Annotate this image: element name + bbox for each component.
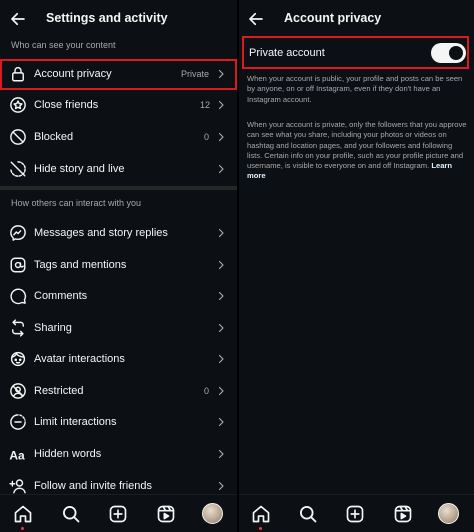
page-title: Settings and activity [46, 11, 168, 25]
settings-item-label: Messages and story replies [34, 227, 168, 239]
settings-item-blocked[interactable]: Blocked 0 [0, 122, 237, 153]
account-privacy-panel: Account privacy Private account When you… [239, 0, 474, 532]
home-icon[interactable] [251, 504, 271, 524]
search-icon[interactable] [61, 504, 81, 524]
reels-icon[interactable] [393, 504, 413, 524]
chevron-right-icon [215, 163, 227, 175]
settings-item-value: Private [181, 69, 210, 79]
add-person-icon [9, 477, 27, 495]
settings-item-limit-interactions[interactable]: Limit interactions [0, 407, 237, 438]
back-arrow-icon[interactable] [247, 10, 265, 28]
settings-top-bar: Settings and activity [0, 0, 237, 38]
chevron-right-icon [215, 353, 227, 365]
profile-avatar[interactable] [438, 503, 459, 524]
chevron-right-icon [215, 385, 227, 397]
reels-icon[interactable] [156, 504, 176, 524]
settings-item-value: 0 [204, 132, 210, 142]
settings-item-sharing[interactable]: Sharing [0, 313, 237, 344]
search-icon[interactable] [298, 504, 318, 524]
settings-item-account-privacy[interactable]: Account privacy Private [0, 59, 237, 90]
notification-dot [259, 527, 262, 530]
limit-interactions-icon [9, 413, 27, 431]
settings-item-label: Hide story and live [34, 163, 125, 175]
settings-item-comments[interactable]: Comments [0, 281, 237, 312]
settings-item-label: Blocked [34, 131, 74, 143]
settings-item-label: Avatar interactions [34, 353, 125, 365]
restricted-icon [9, 382, 27, 400]
create-icon[interactable] [345, 504, 365, 524]
at-sign-icon [9, 256, 27, 274]
chevron-right-icon [215, 259, 227, 271]
bottom-navigation [239, 494, 474, 532]
profile-avatar[interactable] [202, 503, 223, 524]
chevron-right-icon [215, 416, 227, 428]
back-arrow-icon[interactable] [9, 10, 27, 28]
hidden-words-icon: Aa [9, 445, 27, 463]
repost-icon [9, 319, 27, 337]
chevron-right-icon [215, 448, 227, 460]
toggle-knob [449, 46, 463, 60]
settings-item-label: Follow and invite friends [34, 480, 153, 492]
settings-item-close-friends[interactable]: Close friends 12 [0, 90, 237, 121]
notification-dot [21, 527, 24, 530]
section-divider [0, 186, 237, 190]
private-account-label: Private account [249, 47, 325, 59]
chevron-right-icon [215, 227, 227, 239]
avatar-icon [9, 350, 27, 368]
section-header-interactions: How others can interact with you [11, 198, 142, 208]
settings-item-label: Limit interactions [34, 416, 117, 428]
svg-text:Aa: Aa [9, 448, 25, 462]
settings-item-messages[interactable]: Messages and story replies [0, 218, 237, 249]
settings-item-label: Tags and mentions [34, 259, 127, 271]
settings-item-label: Close friends [34, 99, 99, 111]
chevron-right-icon [215, 480, 227, 492]
settings-item-label: Hidden words [34, 448, 102, 460]
settings-item-hidden-words[interactable]: Aa Hidden words [0, 439, 237, 470]
settings-item-restricted[interactable]: Restricted 0 [0, 376, 237, 407]
settings-item-avatar-interactions[interactable]: Avatar interactions [0, 344, 237, 375]
chevron-right-icon [215, 131, 227, 143]
settings-item-value: 0 [204, 386, 210, 396]
settings-item-hide-story[interactable]: Hide story and live [0, 154, 237, 185]
privacy-top-bar: Account privacy [239, 0, 474, 38]
private-account-row[interactable]: Private account [242, 36, 469, 69]
public-account-description: When your account is public, your profil… [247, 74, 463, 104]
chevron-right-icon [215, 99, 227, 111]
settings-item-label: Comments [34, 290, 88, 302]
settings-panel: Settings and activity Who can see your c… [0, 0, 237, 532]
bottom-navigation [0, 494, 237, 532]
section-header-visibility: Who can see your content [11, 40, 116, 50]
chevron-right-icon [215, 68, 227, 80]
hide-story-icon [9, 160, 27, 178]
messenger-icon [9, 224, 27, 242]
home-icon[interactable] [13, 504, 33, 524]
private-account-description: When your account is private, only the f… [247, 120, 469, 182]
chevron-right-icon [215, 322, 227, 334]
star-circle-icon [9, 96, 27, 114]
blocked-icon [9, 128, 27, 146]
settings-item-value: 12 [200, 100, 211, 110]
settings-item-label: Restricted [34, 385, 84, 397]
settings-item-label: Sharing [34, 322, 72, 334]
chevron-right-icon [215, 290, 227, 302]
comment-icon [9, 287, 27, 305]
lock-icon [9, 65, 27, 83]
settings-item-label: Account privacy [34, 68, 112, 80]
settings-item-tags-mentions[interactable]: Tags and mentions [0, 250, 237, 281]
private-account-toggle[interactable] [431, 43, 466, 63]
page-title: Account privacy [284, 11, 382, 25]
create-icon[interactable] [108, 504, 128, 524]
